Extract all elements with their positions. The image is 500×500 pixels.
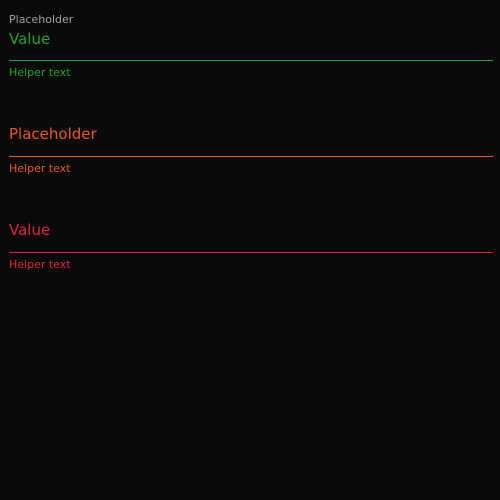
error-underline: [9, 252, 493, 253]
text-field-screen: Placeholder Helper text Helper text Help…: [0, 0, 500, 500]
text-field-warning: Helper text: [9, 124, 493, 184]
warning-underline: [9, 156, 493, 157]
success-underline: [9, 60, 493, 61]
floating-label: Placeholder: [9, 13, 74, 26]
success-helper-text: Helper text: [9, 66, 71, 79]
success-input[interactable]: [9, 29, 493, 49]
warning-input[interactable]: [9, 124, 493, 144]
error-helper-text: Helper text: [9, 258, 71, 271]
text-field-success: Placeholder Helper text: [9, 13, 493, 83]
warning-helper-text: Helper text: [9, 162, 71, 175]
text-field-error: Helper text: [9, 220, 493, 280]
error-input[interactable]: [9, 220, 493, 240]
